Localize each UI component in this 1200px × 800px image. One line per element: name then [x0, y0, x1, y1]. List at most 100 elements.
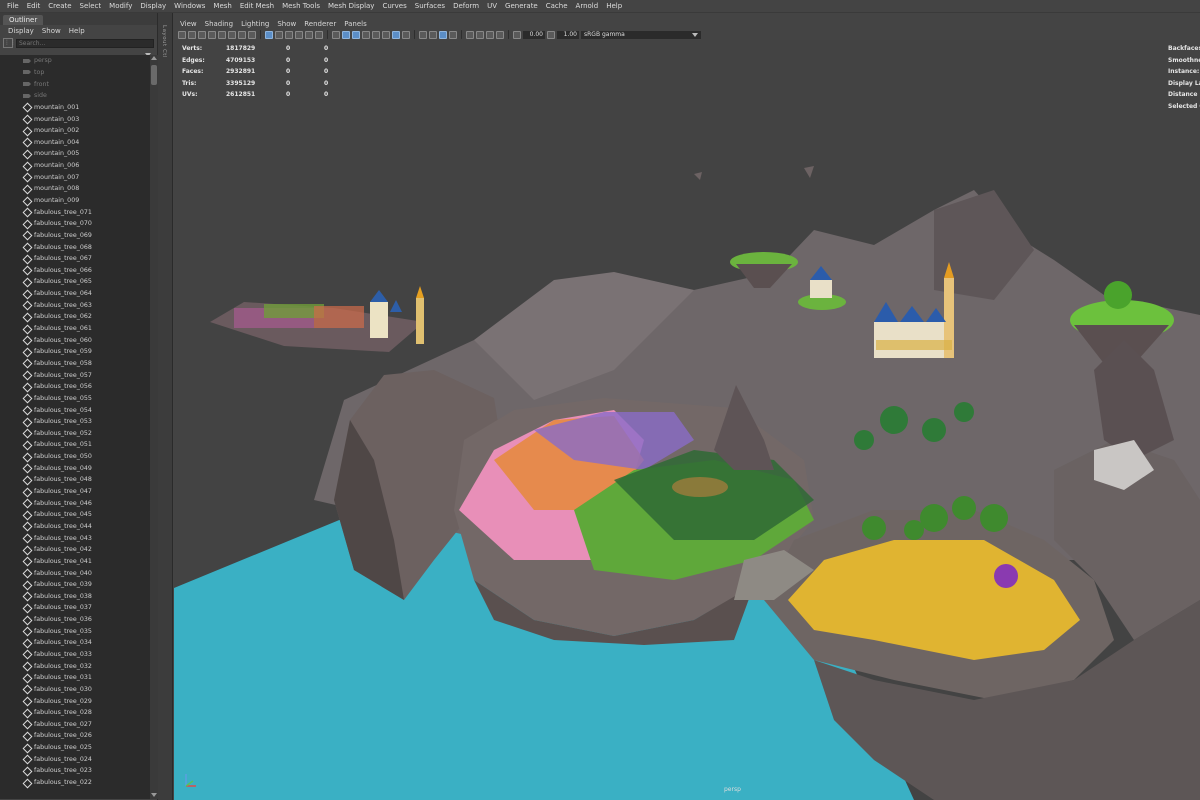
shadows-icon[interactable]	[362, 30, 370, 39]
outliner-item[interactable]: fabulous_tree_030	[0, 684, 150, 696]
outliner-item[interactable]: fabulous_tree_026	[0, 730, 150, 742]
outliner-item[interactable]: fabulous_tree_067	[0, 253, 150, 265]
outliner-item[interactable]: fabulous_tree_051	[0, 439, 150, 451]
menu-mesh-display[interactable]: Mesh Display	[324, 2, 378, 10]
viewport-menu-view[interactable]: View	[176, 20, 201, 28]
outliner-item[interactable]: fabulous_tree_033	[0, 649, 150, 661]
outliner-item[interactable]: mountain_005	[0, 148, 150, 160]
outliner-item[interactable]: fabulous_tree_057	[0, 369, 150, 381]
outliner-item[interactable]: fabulous_tree_037	[0, 602, 150, 614]
wireframe-icon[interactable]	[275, 30, 283, 39]
outliner-item[interactable]: mountain_004	[0, 136, 150, 148]
outliner-item[interactable]: fabulous_tree_046	[0, 497, 150, 509]
image-plane-icon[interactable]	[208, 30, 216, 39]
outliner-item[interactable]: fabulous_tree_029	[0, 695, 150, 707]
hud-icon[interactable]	[449, 30, 457, 39]
viewport-menu-lighting[interactable]: Lighting	[237, 20, 273, 28]
film-gate-icon[interactable]	[228, 30, 236, 39]
outliner-item[interactable]: fabulous_tree_068	[0, 241, 150, 253]
anti-aliasing-icon[interactable]	[392, 30, 400, 39]
depth-of-field-icon[interactable]	[402, 30, 410, 39]
outliner-item[interactable]: mountain_007	[0, 171, 150, 183]
use-all-lights-icon[interactable]	[352, 30, 360, 39]
outliner-item[interactable]: fabulous_tree_032	[0, 660, 150, 672]
shaded-icon[interactable]	[332, 30, 340, 39]
outliner-item[interactable]: mountain_001	[0, 102, 150, 114]
grid-toggle-icon[interactable]	[265, 30, 273, 39]
outliner-camera-front[interactable]: front	[0, 78, 150, 90]
xray-icon[interactable]	[315, 30, 323, 39]
outliner-item[interactable]: fabulous_tree_022	[0, 777, 150, 789]
viewport-3d[interactable]: Verts: 1817829 0 0 Edges: 4709153 0 0 Faces: 2932…	[174, 40, 1200, 800]
outliner-item[interactable]: fabulous_tree_052	[0, 428, 150, 440]
outliner-item[interactable]: fabulous_tree_024	[0, 753, 150, 765]
outliner-item[interactable]: fabulous_tree_031	[0, 672, 150, 684]
outliner-camera-top[interactable]: top	[0, 67, 150, 79]
menu-modify[interactable]: Modify	[105, 2, 136, 10]
camera-attributes-icon[interactable]	[188, 30, 196, 39]
menu-display[interactable]: Display	[136, 2, 170, 10]
outliner-item[interactable]: fabulous_tree_063	[0, 299, 150, 311]
wireframe-on-shaded-icon[interactable]	[305, 30, 313, 39]
outliner-item[interactable]: mountain_002	[0, 125, 150, 137]
ignore-hardware-shader-icon[interactable]	[486, 30, 494, 39]
viewport-menu-panels[interactable]: Panels	[340, 20, 371, 28]
viewport-menu-renderer[interactable]: Renderer	[300, 20, 340, 28]
exposure-icon[interactable]	[476, 30, 484, 39]
outliner-item[interactable]: fabulous_tree_041	[0, 556, 150, 568]
scroll-up-icon[interactable]	[151, 56, 157, 60]
outliner-item[interactable]: fabulous_tree_039	[0, 579, 150, 591]
menu-curves[interactable]: Curves	[378, 2, 410, 10]
safe-action-icon[interactable]	[248, 30, 256, 39]
outliner-item[interactable]: mountain_009	[0, 195, 150, 207]
outliner-item[interactable]: fabulous_tree_060	[0, 334, 150, 346]
menu-mesh-tools[interactable]: Mesh Tools	[278, 2, 324, 10]
search-input[interactable]	[16, 38, 154, 48]
outliner-item[interactable]: fabulous_tree_056	[0, 381, 150, 393]
menu-arnold[interactable]: Arnold	[572, 2, 603, 10]
outliner-camera-side[interactable]: side	[0, 90, 150, 102]
outliner-item[interactable]: mountain_008	[0, 183, 150, 195]
viewport-menu-show[interactable]: Show	[273, 20, 300, 28]
outliner-menu-help[interactable]: Help	[65, 27, 89, 35]
outliner-item[interactable]: fabulous_tree_048	[0, 474, 150, 486]
outliner-item[interactable]: fabulous_tree_059	[0, 346, 150, 358]
outliner-item[interactable]: fabulous_tree_058	[0, 358, 150, 370]
outliner-item[interactable]: fabulous_tree_049	[0, 462, 150, 474]
outliner-menu-display[interactable]: Display	[4, 27, 38, 35]
view-transform-select[interactable]: sRGB gamma	[581, 30, 701, 39]
outliner-item[interactable]: fabulous_tree_023	[0, 765, 150, 777]
outliner-item[interactable]: fabulous_tree_043	[0, 532, 150, 544]
menu-edit[interactable]: Edit	[23, 2, 45, 10]
menu-select[interactable]: Select	[76, 2, 106, 10]
outliner-item[interactable]: fabulous_tree_055	[0, 393, 150, 405]
outliner-item[interactable]: fabulous_tree_047	[0, 486, 150, 498]
menu-create[interactable]: Create	[44, 2, 75, 10]
motion-blur-icon[interactable]	[382, 30, 390, 39]
outliner-item[interactable]: fabulous_tree_061	[0, 323, 150, 335]
menu-generate[interactable]: Generate	[501, 2, 542, 10]
outliner-item[interactable]: fabulous_tree_054	[0, 404, 150, 416]
outliner-item[interactable]: fabulous_tree_062	[0, 311, 150, 323]
menu-mesh[interactable]: Mesh	[209, 2, 235, 10]
outliner-item[interactable]: fabulous_tree_042	[0, 544, 150, 556]
outliner-item[interactable]: fabulous_tree_045	[0, 509, 150, 521]
outliner-item[interactable]: fabulous_tree_038	[0, 590, 150, 602]
color-management-icon[interactable]	[496, 30, 504, 39]
outliner-item[interactable]: fabulous_tree_040	[0, 567, 150, 579]
outliner-item[interactable]: fabulous_tree_065	[0, 276, 150, 288]
grid-icon[interactable]	[218, 30, 226, 39]
bookmark-icon[interactable]	[198, 30, 206, 39]
outliner-item[interactable]: mountain_006	[0, 160, 150, 172]
menu-surfaces[interactable]: Surfaces	[411, 2, 449, 10]
outliner-menu-show[interactable]: Show	[38, 27, 65, 35]
viewport-menu-shading[interactable]: Shading	[201, 20, 237, 28]
exposure-field-icon[interactable]	[513, 30, 521, 39]
gamma-input[interactable]: 1.00	[557, 30, 579, 39]
camera-icon[interactable]	[466, 30, 474, 39]
outliner-item[interactable]: fabulous_tree_034	[0, 637, 150, 649]
outliner-item[interactable]: fabulous_tree_044	[0, 521, 150, 533]
outliner-item[interactable]: mountain_003	[0, 113, 150, 125]
menu-cache[interactable]: Cache	[542, 2, 572, 10]
menu-file[interactable]: File	[3, 2, 23, 10]
